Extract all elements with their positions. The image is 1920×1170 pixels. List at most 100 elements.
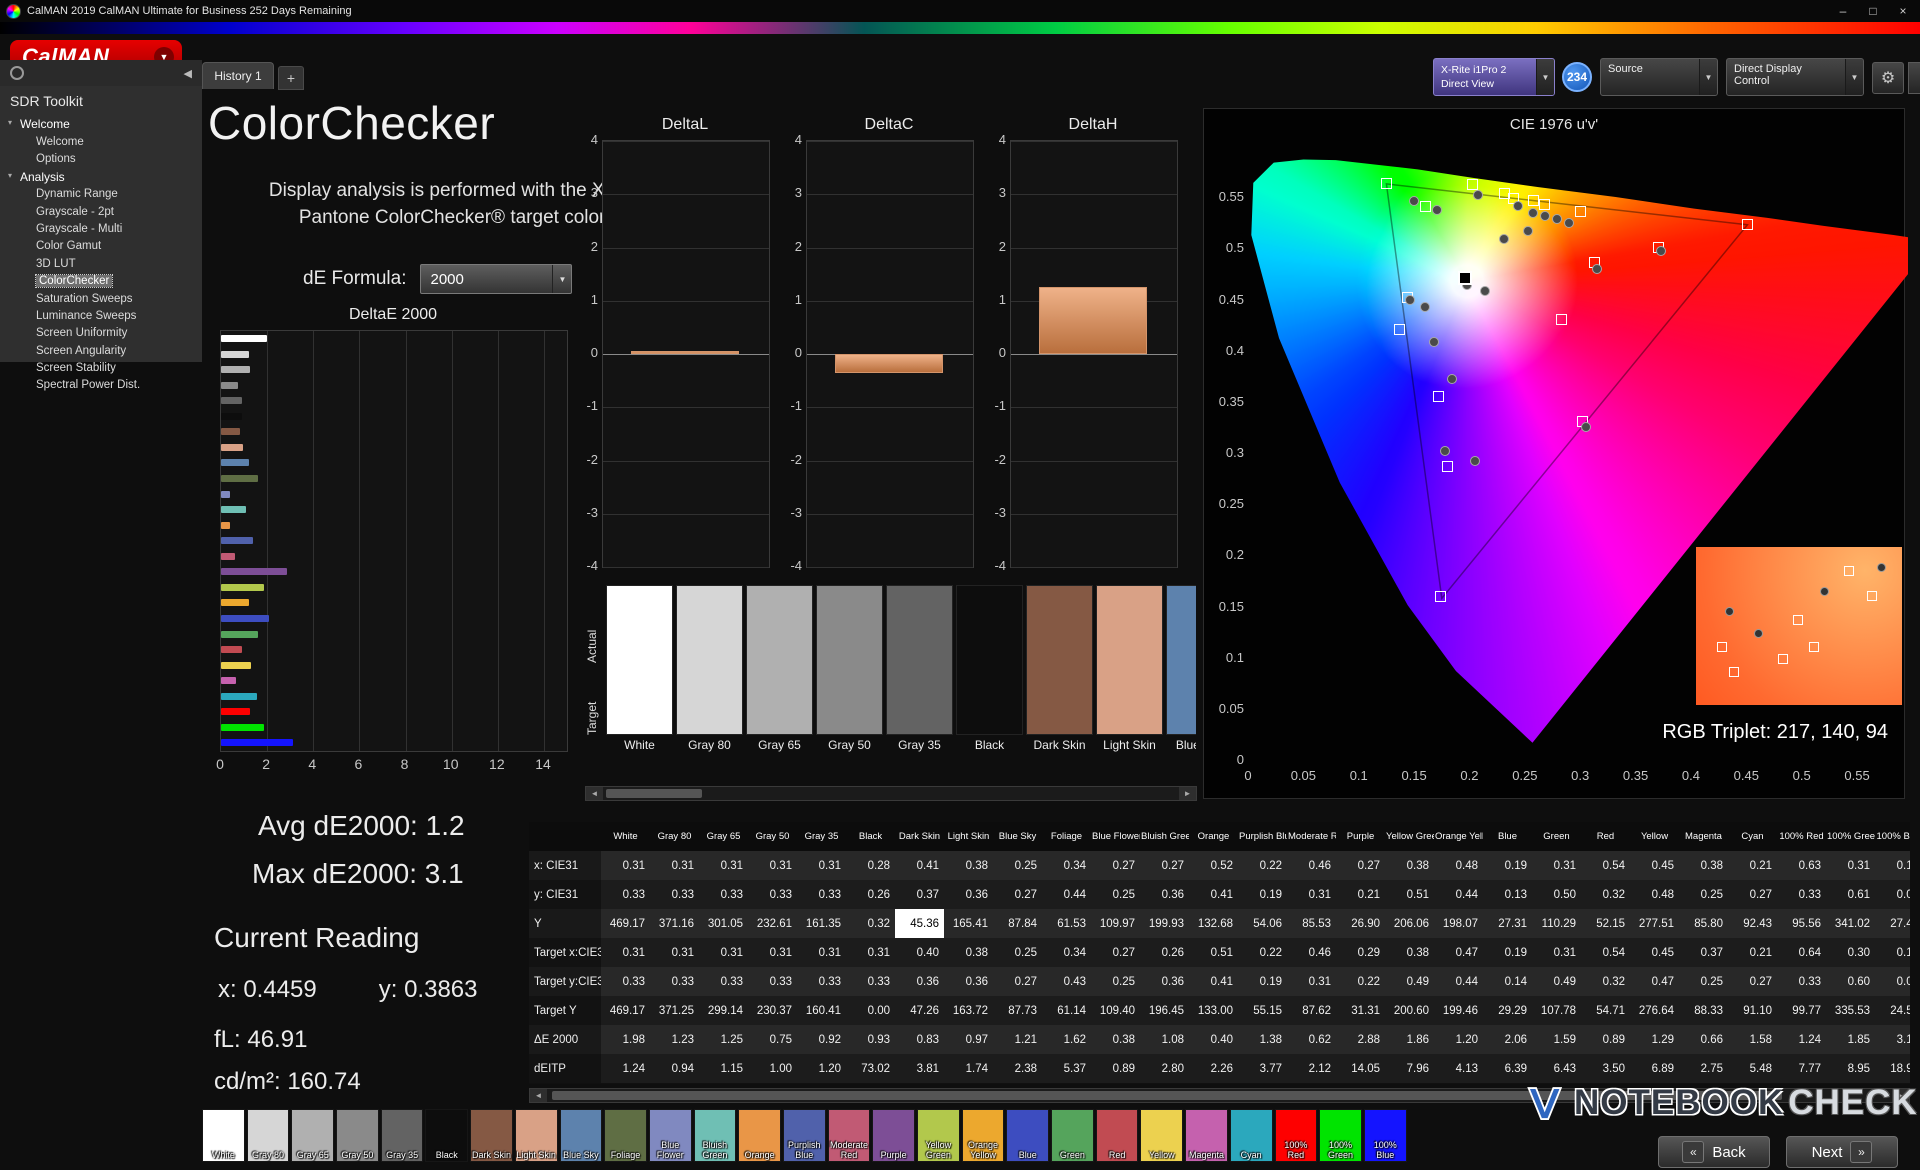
table-cell[interactable]: 0.06 — [1875, 880, 1910, 909]
table-cell[interactable]: 73.02 — [846, 1054, 895, 1083]
table-cell[interactable]: 0.31 — [699, 851, 748, 880]
table-cell[interactable]: 61.53 — [1042, 909, 1091, 938]
table-cell[interactable]: 87.73 — [993, 996, 1042, 1025]
patch-swatch[interactable] — [676, 585, 743, 735]
table-cell[interactable]: 0.33 — [748, 880, 797, 909]
table-cell[interactable]: 276.64 — [1630, 996, 1679, 1025]
next-button[interactable]: Next » — [1786, 1136, 1898, 1168]
table-cell[interactable]: 52.15 — [1581, 909, 1630, 938]
table-cell[interactable]: 0.33 — [601, 967, 650, 996]
sidebar-item-grayscale-multi[interactable]: Grayscale - Multi — [0, 221, 202, 238]
table-cell[interactable]: 92.43 — [1728, 909, 1777, 938]
add-tab-button[interactable]: + — [278, 66, 304, 90]
table-cell[interactable]: 0.89 — [1581, 1025, 1630, 1054]
table-cell[interactable]: 199.93 — [1140, 909, 1189, 938]
table-cell[interactable]: 0.27 — [1728, 880, 1777, 909]
table-cell[interactable]: 45.36 — [895, 909, 944, 938]
sidebar-item-dynamic-range[interactable]: Dynamic Range — [0, 186, 202, 203]
patch-swatch-gray-50[interactable]: Gray 50 — [336, 1109, 379, 1162]
table-cell[interactable]: 2.12 — [1287, 1054, 1336, 1083]
table-cell[interactable]: 0.21 — [1728, 851, 1777, 880]
chevron-down-icon[interactable]: ▼ — [1699, 59, 1717, 95]
table-cell[interactable]: 99.77 — [1777, 996, 1826, 1025]
table-cell[interactable]: 0.22 — [1238, 851, 1287, 880]
table-cell[interactable]: 0.48 — [1434, 851, 1483, 880]
table-cell[interactable]: 0.27 — [993, 880, 1042, 909]
table-cell[interactable]: 0.37 — [1679, 938, 1728, 967]
table-cell[interactable]: 0.19 — [1483, 938, 1532, 967]
table-cell[interactable]: 0.33 — [748, 967, 797, 996]
de-formula-select[interactable]: 2000 ▼ — [420, 264, 573, 294]
patch-swatch-cyan[interactable]: Cyan — [1229, 1109, 1273, 1162]
patch-swatch-red[interactable]: Red — [1095, 1109, 1139, 1162]
table-cell[interactable]: 1.23 — [650, 1025, 699, 1054]
table-cell[interactable]: 0.93 — [846, 1025, 895, 1054]
table-cell[interactable]: 0.33 — [797, 880, 846, 909]
scroll-left-icon[interactable]: ◄ — [586, 787, 603, 800]
table-cell[interactable]: 0.52 — [1189, 851, 1238, 880]
table-cell[interactable]: 85.80 — [1679, 909, 1728, 938]
table-cell[interactable]: 335.53 — [1826, 996, 1875, 1025]
table-cell[interactable]: 0.33 — [846, 967, 895, 996]
table-cell[interactable]: 3.81 — [895, 1054, 944, 1083]
table-cell[interactable]: 0.43 — [1042, 967, 1091, 996]
table-cell[interactable]: 0.19 — [1483, 851, 1532, 880]
table-cell[interactable]: 0.33 — [650, 880, 699, 909]
table-cell[interactable]: 230.37 — [748, 996, 797, 1025]
table-cell[interactable]: 2.06 — [1483, 1025, 1532, 1054]
table-cell[interactable]: 109.40 — [1091, 996, 1140, 1025]
chevron-down-icon[interactable]: ▼ — [1845, 59, 1863, 95]
table-cell[interactable]: 0.92 — [797, 1025, 846, 1054]
table-cell[interactable]: 2.80 — [1140, 1054, 1189, 1083]
table-cell[interactable]: 2.26 — [1189, 1054, 1238, 1083]
table-cell[interactable]: 133.00 — [1189, 996, 1238, 1025]
table-cell[interactable]: 1.25 — [699, 1025, 748, 1054]
table-cell[interactable]: 0.31 — [1287, 880, 1336, 909]
table-cell[interactable]: 3.10 — [1875, 1025, 1910, 1054]
table-cell[interactable]: 54.06 — [1238, 909, 1287, 938]
table-cell[interactable]: 0.31 — [650, 851, 699, 880]
table-cell[interactable]: 0.44 — [1434, 967, 1483, 996]
table-cell[interactable]: 0.62 — [1287, 1025, 1336, 1054]
minimize-button[interactable]: – — [1828, 0, 1858, 22]
table-cell[interactable]: 1.38 — [1238, 1025, 1287, 1054]
table-cell[interactable]: 0.27 — [993, 967, 1042, 996]
table-cell[interactable]: 6.43 — [1532, 1054, 1581, 1083]
table-cell[interactable]: 1.08 — [1140, 1025, 1189, 1054]
table-cell[interactable]: 165.41 — [944, 909, 993, 938]
table-cell[interactable]: 1.21 — [993, 1025, 1042, 1054]
table-cell[interactable]: 0.38 — [1385, 938, 1434, 967]
patch-swatch-foliage[interactable]: Foliage — [604, 1109, 647, 1162]
patch-swatch-blue-sky[interactable]: Blue Sky — [559, 1109, 603, 1162]
table-cell[interactable]: 27.48 — [1875, 909, 1910, 938]
table-cell[interactable]: 0.38 — [944, 938, 993, 967]
table-cell[interactable]: 0.33 — [1777, 967, 1826, 996]
table-cell[interactable]: 85.53 — [1287, 909, 1336, 938]
patch-swatch-100-red[interactable]: 100% Red — [1274, 1109, 1318, 1162]
sidebar-item-colorchecker[interactable]: ColorChecker — [0, 273, 202, 290]
patch-swatch-green[interactable]: Green — [1051, 1109, 1094, 1162]
table-cell[interactable]: 0.54 — [1581, 938, 1630, 967]
table-cell[interactable]: 0.31 — [748, 938, 797, 967]
table-cell[interactable]: 0.38 — [1091, 1025, 1140, 1054]
table-cell[interactable]: 0.33 — [699, 967, 748, 996]
table-cell[interactable]: 0.30 — [1826, 938, 1875, 967]
table-cell[interactable]: 55.15 — [1238, 996, 1287, 1025]
table-cell[interactable]: 1.62 — [1042, 1025, 1091, 1054]
table-cell[interactable]: 14.05 — [1336, 1054, 1385, 1083]
patch-swatch[interactable] — [606, 585, 673, 735]
table-cell[interactable]: 0.75 — [748, 1025, 797, 1054]
sidebar-section-welcome[interactable]: ▾ Welcome — [0, 115, 202, 133]
table-cell[interactable]: 0.49 — [1532, 967, 1581, 996]
table-cell[interactable]: 0.83 — [895, 1025, 944, 1054]
table-cell[interactable]: 0.19 — [1238, 967, 1287, 996]
table-cell[interactable]: 0.47 — [1630, 967, 1679, 996]
table-cell[interactable]: 107.78 — [1532, 996, 1581, 1025]
table-cell[interactable]: 0.50 — [1532, 880, 1581, 909]
table-cell[interactable]: 87.62 — [1287, 996, 1336, 1025]
table-cell[interactable]: 1.20 — [797, 1054, 846, 1083]
table-cell[interactable]: 163.72 — [944, 996, 993, 1025]
chevron-down-icon[interactable]: ▼ — [1536, 59, 1554, 95]
table-cell[interactable]: 200.60 — [1385, 996, 1434, 1025]
table-cell[interactable]: 0.33 — [1777, 880, 1826, 909]
